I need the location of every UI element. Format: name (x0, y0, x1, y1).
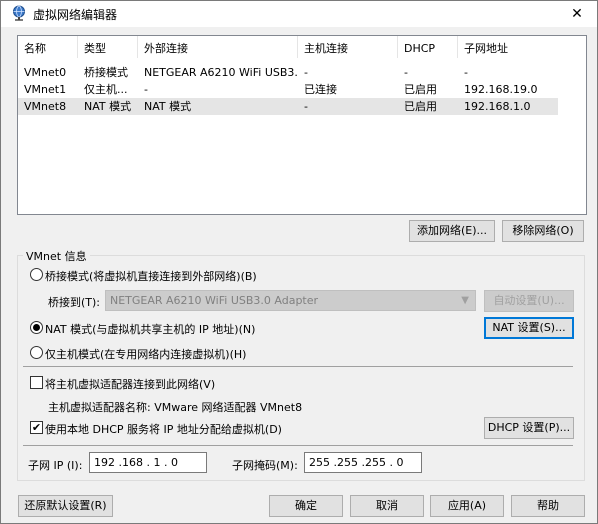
cell-dhcp: - (404, 66, 408, 79)
cell-name: VMnet0 (24, 66, 67, 79)
column-header-type[interactable]: 类型 (78, 36, 138, 58)
dhcp-settings-button[interactable]: DHCP 设置(P)... (484, 417, 574, 439)
remove-network-button[interactable]: 移除网络(O) (502, 220, 584, 242)
connect-adapter-label[interactable]: 将主机虚拟适配器连接到此网络(V) (45, 376, 215, 392)
vmnet-info-label: VMnet 信息 (23, 248, 90, 264)
cell-external: NETGEAR A6210 WiFi USB3.... (144, 66, 298, 79)
bridge-mode-radio[interactable] (30, 268, 43, 281)
bridge-mode-label[interactable]: 桥接模式(将虚拟机直接连接到外部网络)(B) (45, 268, 257, 284)
cell-subnet: 192.168.1.0 (464, 100, 531, 113)
connect-adapter-checkbox[interactable] (30, 376, 43, 389)
bridge-to-select[interactable]: NETGEAR A6210 WiFi USB3.0 Adapter ▼ (105, 290, 476, 311)
add-network-button[interactable]: 添加网络(E)... (409, 220, 495, 242)
use-dhcp-checkbox[interactable]: ✔ (30, 421, 43, 434)
cell-type: 桥接模式 (84, 66, 128, 79)
title-bar: 虚拟网络编辑器 ✕ (1, 1, 597, 27)
cell-name: VMnet1 (24, 83, 67, 96)
cell-host: - (304, 100, 308, 113)
cell-external: - (144, 83, 148, 96)
auto-settings-button[interactable]: 自动设置(U)... (484, 290, 574, 312)
nat-settings-button[interactable]: NAT 设置(S)... (484, 317, 574, 339)
nat-mode-label[interactable]: NAT 模式(与虚拟机共享主机的 IP 地址)(N) (45, 321, 255, 337)
nat-mode-radio[interactable] (30, 321, 43, 334)
adapter-name-text: 主机虚拟适配器名称: VMware 网络适配器 VMnet8 (48, 401, 303, 414)
bridge-to-value: NETGEAR A6210 WiFi USB3.0 Adapter (110, 294, 319, 307)
cell-type: 仅主机... (84, 83, 128, 96)
help-button[interactable]: 帮助 (511, 495, 585, 517)
cell-subnet: 192.168.19.0 (464, 83, 538, 96)
cell-type: NAT 模式 (84, 100, 132, 113)
cell-subnet: - (464, 66, 468, 79)
close-button[interactable]: ✕ (557, 1, 597, 27)
restore-defaults-button[interactable]: 还原默认设置(R) (18, 495, 113, 517)
cell-host: - (304, 66, 308, 79)
cancel-button[interactable]: 取消 (350, 495, 424, 517)
column-header-name[interactable]: 名称 (18, 36, 78, 58)
column-header-dhcp[interactable]: DHCP (398, 36, 458, 58)
vmnet-info-group (17, 255, 585, 481)
cell-host: 已连接 (304, 83, 337, 96)
table-row[interactable]: VMnet0 桥接模式 NETGEAR A6210 WiFi USB3.... … (18, 64, 558, 81)
subnet-mask-input[interactable]: 255 .255 .255 . 0 (304, 452, 422, 473)
cell-dhcp: 已启用 (404, 83, 437, 96)
network-globe-icon (13, 5, 25, 21)
host-only-mode-radio[interactable] (30, 346, 43, 359)
window-title: 虚拟网络编辑器 (33, 8, 118, 22)
cell-name: VMnet8 (24, 100, 67, 113)
apply-button[interactable]: 应用(A) (430, 495, 504, 517)
cell-dhcp: 已启用 (404, 100, 437, 113)
subnet-ip-input[interactable]: 192 .168 . 1 . 0 (89, 452, 207, 473)
table-row[interactable]: VMnet1 仅主机... - 已连接 已启用 192.168.19.0 (18, 81, 558, 98)
subnet-ip-label: 子网 IP (I): (28, 459, 83, 472)
virtual-network-editor-window: 虚拟网络编辑器 ✕ 名称 类型 外部连接 主机连接 DHCP 子网地址 VMne… (0, 0, 598, 524)
column-header-subnet[interactable]: 子网地址 (458, 36, 586, 58)
bridge-to-label: 桥接到(T): (48, 296, 101, 309)
table-row-selected[interactable]: VMnet8 NAT 模式 NAT 模式 - 已启用 192.168.1.0 (18, 98, 558, 115)
table-header: 名称 类型 外部连接 主机连接 DHCP 子网地址 (18, 36, 586, 58)
close-icon: ✕ (571, 6, 583, 22)
host-only-mode-label[interactable]: 仅主机模式(在专用网络内连接虚拟机)(H) (45, 346, 246, 362)
column-header-host[interactable]: 主机连接 (298, 36, 398, 58)
use-dhcp-label[interactable]: 使用本地 DHCP 服务将 IP 地址分配给虚拟机(D) (45, 421, 282, 437)
ok-button[interactable]: 确定 (269, 495, 343, 517)
cell-external: NAT 模式 (144, 100, 192, 113)
divider (23, 366, 573, 367)
checkmark-icon: ✔ (31, 421, 42, 434)
network-table[interactable]: 名称 类型 外部连接 主机连接 DHCP 子网地址 VMnet0 桥接模式 NE… (17, 35, 587, 215)
divider (23, 445, 573, 446)
chevron-down-icon: ▼ (461, 295, 469, 306)
subnet-mask-label: 子网掩码(M): (232, 459, 298, 472)
column-header-external[interactable]: 外部连接 (138, 36, 298, 58)
